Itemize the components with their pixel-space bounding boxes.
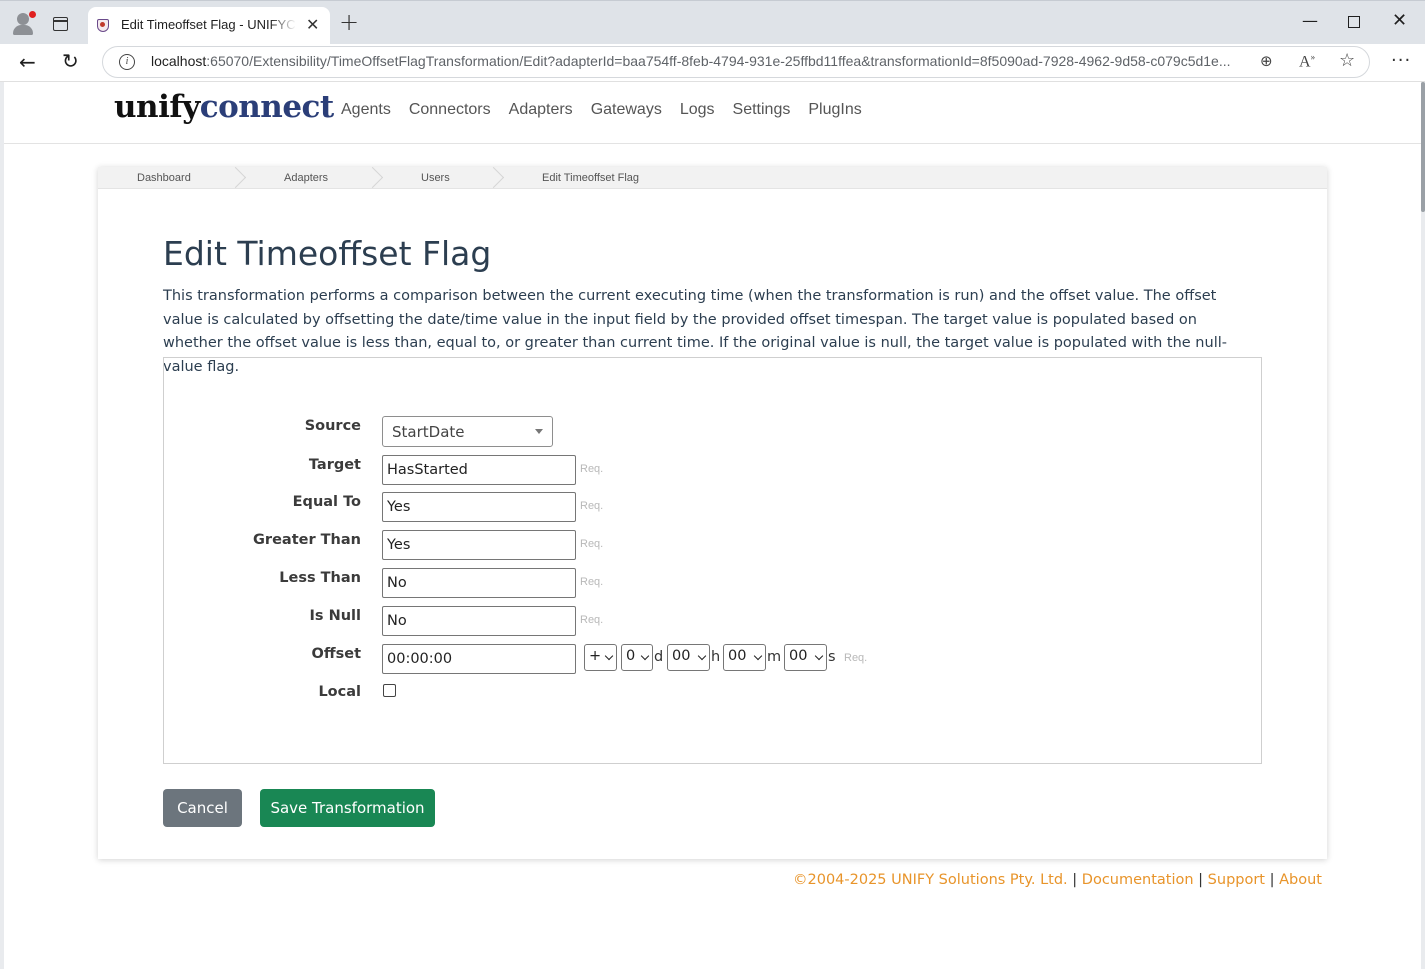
offset-input[interactable] — [382, 644, 576, 674]
breadcrumb-current: Edit Timeoffset Flag — [542, 172, 640, 184]
tab-actions-icon[interactable] — [53, 17, 68, 31]
days-unit: d — [654, 649, 664, 665]
seconds-unit: s — [828, 649, 836, 665]
nav-settings[interactable]: Settings — [733, 101, 791, 119]
footer-separator: | — [1269, 872, 1275, 888]
tab-close-icon[interactable]: ✕ — [306, 15, 319, 34]
page-title: Edit Timeoffset Flag — [163, 234, 492, 273]
hours-unit: h — [711, 649, 721, 665]
url-text[interactable]: localhost:65070/Extensibility/TimeOffset… — [151, 53, 1241, 69]
reload-icon[interactable]: ↻ — [62, 49, 79, 73]
transformation-form: Source StartDate Target Req. Equal To Re… — [163, 357, 1262, 764]
less-than-input[interactable] — [382, 568, 576, 598]
offset-days-select[interactable]: 0 — [621, 644, 653, 671]
source-selected-value: StartDate — [392, 423, 465, 441]
maximize-icon[interactable] — [1348, 16, 1360, 28]
offset-seconds-select[interactable]: 00 — [784, 644, 827, 671]
nav-agents[interactable]: Agents — [341, 101, 391, 119]
breadcrumb-adapters[interactable]: Adapters — [284, 172, 328, 184]
save-transformation-button[interactable]: Save Transformation — [260, 789, 435, 827]
more-icon[interactable]: ··· — [1391, 50, 1411, 71]
chevron-down-icon — [697, 651, 707, 661]
breadcrumb-users[interactable]: Users — [421, 172, 450, 184]
breadcrumb-separator — [490, 167, 502, 189]
breadcrumb-dashboard[interactable]: Dashboard — [137, 172, 191, 184]
req-hint: Req. — [844, 652, 868, 664]
is-null-input[interactable] — [382, 606, 576, 636]
req-hint: Req. — [580, 538, 604, 550]
req-hint: Req. — [580, 576, 604, 588]
greater-than-input[interactable] — [382, 530, 576, 560]
is-null-label: Is Null — [309, 608, 361, 624]
copyright-link[interactable]: ©2004-2025 UNIFY Solutions Pty. Ltd. — [793, 872, 1068, 888]
source-select[interactable]: StartDate — [382, 416, 553, 447]
local-label: Local — [318, 684, 361, 700]
equal-to-label: Equal To — [292, 494, 361, 510]
chevron-down-icon — [604, 651, 614, 661]
chevron-down-icon — [640, 651, 650, 661]
profile-icon[interactable] — [12, 11, 36, 35]
source-label: Source — [304, 418, 361, 434]
chevron-down-icon — [753, 651, 763, 661]
logo[interactable]: unifyconnect — [114, 89, 334, 125]
footer-separator: | — [1072, 872, 1078, 888]
new-tab-icon[interactable]: + — [339, 10, 359, 34]
tab-title: Edit Timeoffset Flag - UNIFYConnect — [121, 17, 296, 32]
dropdown-arrow-icon — [535, 429, 543, 434]
offset-hours-value: 00 — [672, 648, 691, 664]
offset-hours-select[interactable]: 00 — [667, 644, 710, 671]
equal-to-input[interactable] — [382, 492, 576, 522]
req-hint: Req. — [580, 614, 604, 626]
local-checkbox[interactable] — [383, 684, 396, 697]
offset-sign-select[interactable]: + — [584, 644, 617, 671]
window-close-icon[interactable]: ✕ — [1392, 11, 1407, 31]
address-bar: ← ↻ i localhost:65070/Extensibility/Time… — [0, 44, 1425, 82]
back-icon[interactable]: ← — [19, 50, 36, 74]
offset-label: Offset — [311, 646, 361, 662]
top-nav: Agents Connectors Adapters Gateways Logs… — [341, 101, 880, 119]
nav-logs[interactable]: Logs — [680, 101, 715, 119]
documentation-link[interactable]: Documentation — [1082, 872, 1194, 888]
offset-minutes-select[interactable]: 00 — [723, 644, 766, 671]
req-hint: Req. — [580, 463, 604, 475]
offset-days-value: 0 — [626, 648, 636, 664]
page: unifyconnect Agents Connectors Adapters … — [0, 82, 1425, 969]
offset-sign-value: + — [589, 648, 602, 664]
breadcrumb-separator — [232, 167, 244, 189]
minimize-icon[interactable]: — — [1302, 11, 1318, 31]
offset-seconds-value: 00 — [789, 648, 808, 664]
req-hint: Req. — [580, 500, 604, 512]
info-icon[interactable]: i — [119, 54, 135, 70]
target-label: Target — [308, 457, 361, 473]
target-input[interactable] — [382, 455, 576, 485]
browser-tab-active[interactable]: Edit Timeoffset Flag - UNIFYConnect ✕ — [88, 7, 330, 45]
breadcrumb-separator — [369, 167, 381, 189]
minutes-unit: m — [767, 649, 782, 665]
greater-than-label: Greater Than — [253, 532, 361, 548]
url-field[interactable]: i localhost:65070/Extensibility/TimeOffs… — [102, 46, 1370, 78]
site-header: unifyconnect Agents Connectors Adapters … — [4, 82, 1421, 144]
shield-favicon-icon — [97, 19, 109, 32]
footer: ©2004-2025 UNIFY Solutions Pty. Ltd. | D… — [793, 872, 1322, 888]
read-aloud-icon[interactable]: A» — [1299, 52, 1315, 71]
breadcrumb: Dashboard Adapters Users Edit Timeoffset… — [98, 167, 1327, 189]
less-than-label: Less Than — [279, 570, 361, 586]
nav-connectors[interactable]: Connectors — [409, 101, 491, 119]
nav-adapters[interactable]: Adapters — [509, 101, 573, 119]
footer-separator: | — [1198, 872, 1204, 888]
nav-plugins[interactable]: PlugIns — [808, 101, 861, 119]
about-link[interactable]: About — [1279, 872, 1322, 888]
scrollbar[interactable] — [1421, 82, 1425, 212]
browser-tab-bar: Edit Timeoffset Flag - UNIFYConnect ✕ + … — [0, 0, 1425, 45]
favorite-star-icon[interactable]: ☆ — [1339, 50, 1355, 71]
chevron-down-icon — [814, 651, 824, 661]
cancel-button[interactable]: Cancel — [163, 789, 242, 827]
content-card: Dashboard Adapters Users Edit Timeoffset… — [98, 167, 1327, 859]
zoom-icon[interactable]: ⊕ — [1260, 52, 1273, 70]
offset-minutes-value: 00 — [728, 648, 747, 664]
support-link[interactable]: Support — [1208, 872, 1265, 888]
nav-gateways[interactable]: Gateways — [591, 101, 662, 119]
